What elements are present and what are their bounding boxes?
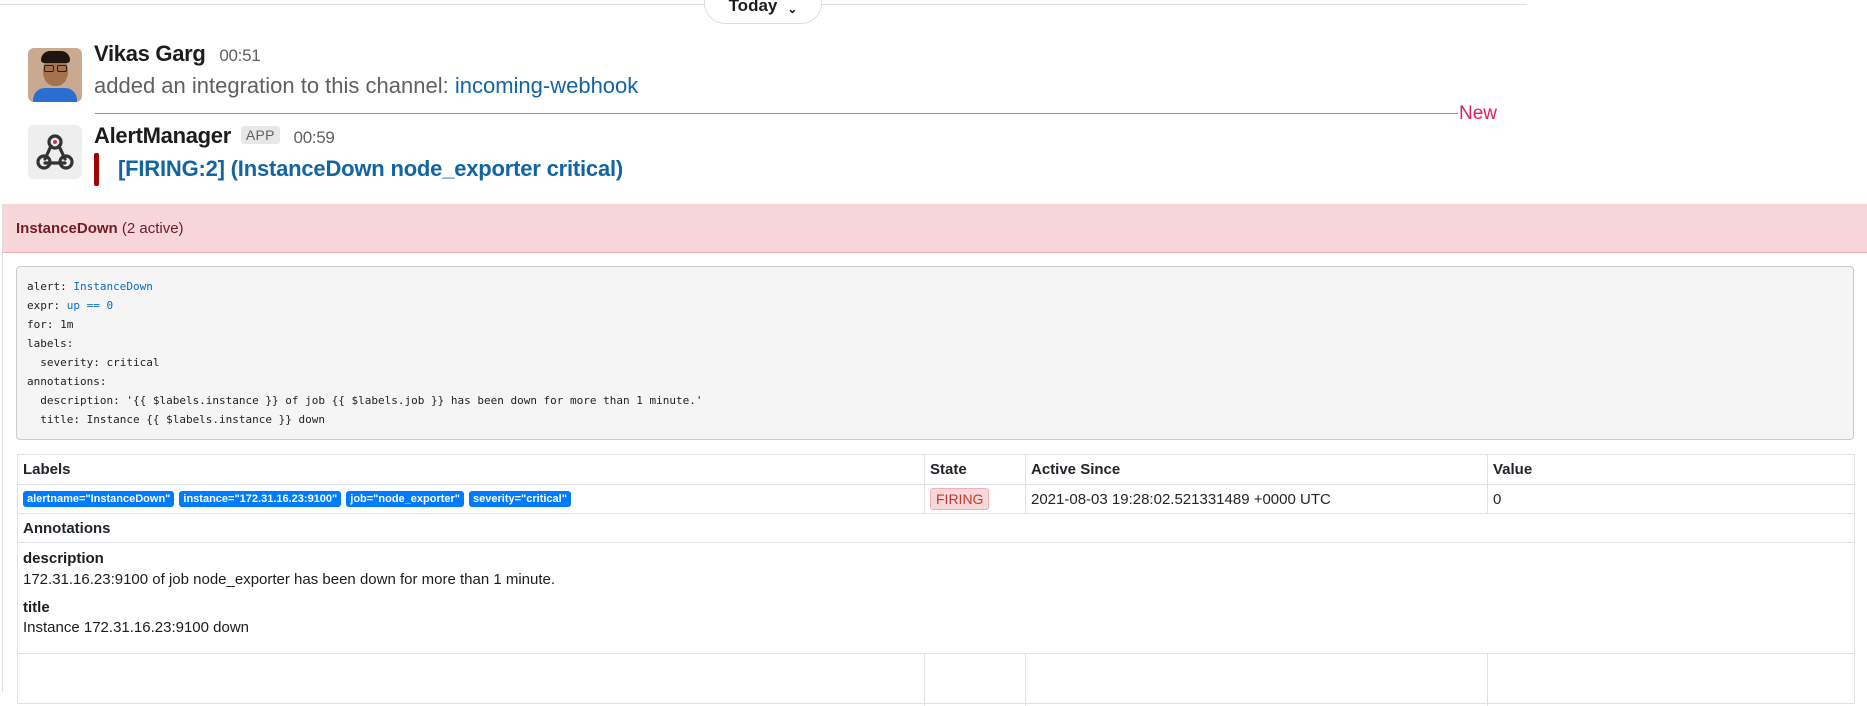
column-divider <box>924 654 925 706</box>
message-timestamp[interactable]: 00:59 <box>294 128 335 147</box>
annotations-header: Annotations <box>23 519 111 537</box>
message-text: added an integration to this channel: <box>94 73 449 98</box>
active-since-cell: 2021-08-03 19:28:02.521331489 +0000 UTC <box>1025 485 1487 513</box>
alert-details-panel: InstanceDown (2 active) alert: InstanceD… <box>2 204 1867 706</box>
chevron-down-icon: ⌄ <box>787 2 798 16</box>
alert-group-name: InstanceDown <box>16 220 118 237</box>
header-value: Value <box>1487 455 1854 484</box>
sender-name[interactable]: AlertManager <box>94 123 231 148</box>
annotation-key-description: description <box>23 550 104 567</box>
state-cell: FIRING <box>924 485 1025 513</box>
annotation-value-title: Instance 172.31.16.23:9100 down <box>23 619 250 636</box>
label-pill: instance="172.31.16.23:9100" <box>179 491 342 507</box>
sender-name[interactable]: Vikas Garg <box>94 41 206 66</box>
value-cell: 0 <box>1487 485 1854 513</box>
message-timestamp[interactable]: 00:51 <box>219 46 260 65</box>
labels-cell: alertname="InstanceDown" instance="172.3… <box>18 485 924 513</box>
day-divider-button[interactable]: Today ⌄ <box>704 0 822 24</box>
column-divider <box>1487 654 1488 706</box>
column-divider <box>1025 654 1026 706</box>
integration-link[interactable]: incoming-webhook <box>455 73 638 98</box>
status-badge: FIRING <box>930 488 990 510</box>
table-row: alertname="InstanceDown" instance="172.3… <box>18 484 1854 513</box>
annotation-value-description: 172.31.16.23:9100 of job node_exporter h… <box>23 571 556 588</box>
webhook-icon[interactable] <box>28 125 82 179</box>
rule-alert-name: InstanceDown <box>73 280 153 293</box>
rule-annotations: annotations: <box>27 375 107 388</box>
rule-severity: severity: critical <box>27 356 160 369</box>
rule-description: description: '{{ $labels.instance }} of … <box>27 394 703 407</box>
header-labels: Labels <box>23 461 71 478</box>
new-messages-divider <box>95 113 1458 114</box>
message-list: Today ⌄ Vikas Garg 00:51 added an integr… <box>0 0 1530 205</box>
rule-expression: up == 0 <box>66 299 114 312</box>
attachment-color-bar <box>94 153 99 186</box>
day-divider-label: Today <box>728 0 778 15</box>
label-pill: job="node_exporter" <box>346 491 465 507</box>
label-pill: alertname="InstanceDown" <box>23 491 175 507</box>
header-state: State <box>924 455 1025 484</box>
alert-group-count: (2 active) <box>121 220 184 237</box>
table-divider <box>18 653 1854 654</box>
rule-labels: labels: <box>27 337 74 350</box>
alert-group-header: InstanceDown (2 active) <box>3 204 1867 253</box>
alerts-table: Labels State Active Since Value alertnam… <box>17 454 1855 706</box>
table-header-row: Labels State Active Since Value <box>18 455 1854 484</box>
annotations-body: description 172.31.16.23:9100 of job nod… <box>18 542 1854 706</box>
attachment-title-link[interactable]: [FIRING:2] (InstanceDown node_exporter c… <box>118 156 623 182</box>
rule-title: title: Instance {{ $labels.instance }} d… <box>27 413 326 426</box>
label-pill: severity="critical" <box>469 491 571 507</box>
alert-rule-code-block: alert: InstanceDown expr: up == 0 for: 1… <box>16 266 1854 440</box>
annotations-header-row: Annotations <box>18 513 1854 542</box>
new-messages-label: New <box>1459 103 1498 124</box>
annotation-key-title: title <box>23 599 50 616</box>
avatar[interactable] <box>28 48 82 102</box>
header-active-since: Active Since <box>1025 455 1487 484</box>
app-badge: APP <box>240 126 280 144</box>
rule-for: for: 1m <box>27 318 74 331</box>
